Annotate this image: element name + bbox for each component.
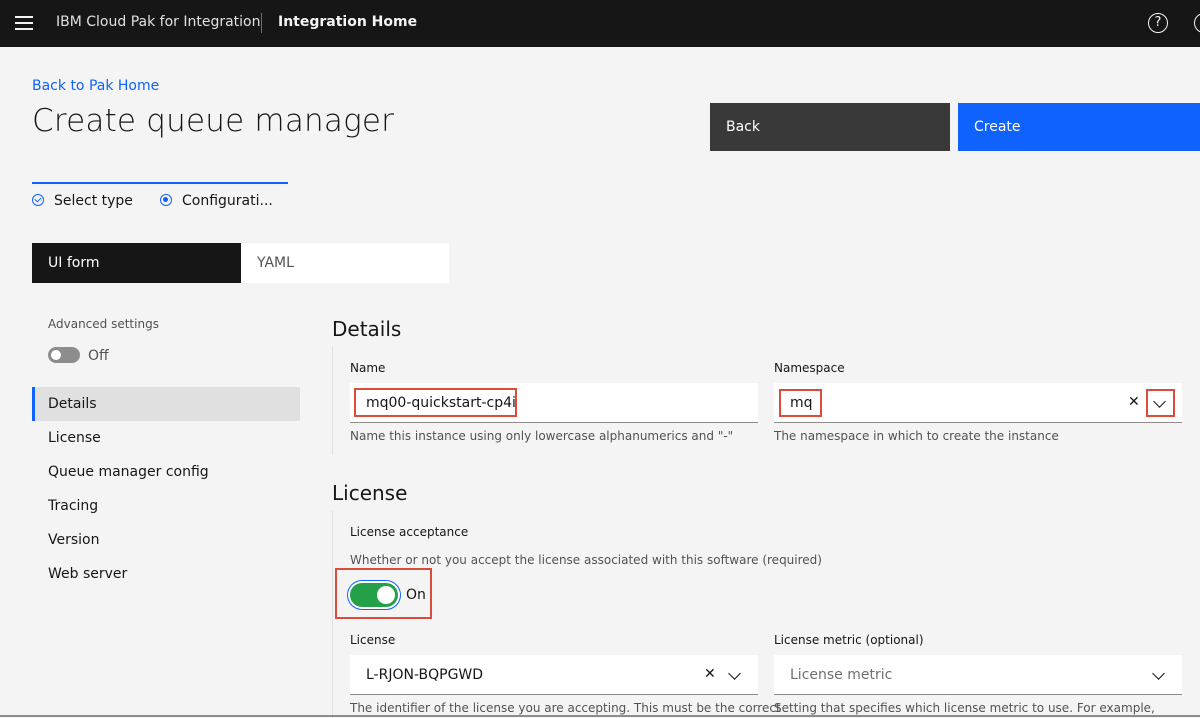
name-highlight-box xyxy=(354,388,517,417)
license-acceptance-label: License acceptance xyxy=(350,525,469,539)
step-configuration[interactable]: Configurati... xyxy=(160,193,273,209)
close-icon[interactable]: ✕ xyxy=(704,666,716,682)
license-metric-dropdown[interactable]: License metric xyxy=(774,655,1182,695)
create-button[interactable]: Create xyxy=(958,103,1200,151)
namespace-helper-text: The namespace in which to create the ins… xyxy=(774,429,1059,443)
namespace-combobox[interactable]: mq ✕ xyxy=(774,383,1182,423)
close-icon[interactable]: ✕ xyxy=(1128,394,1140,410)
menu-icon[interactable] xyxy=(15,16,33,30)
back-button[interactable]: Back xyxy=(710,103,950,151)
license-value: L-RJON-BQPGWD xyxy=(366,667,484,683)
namespace-field-label: Namespace xyxy=(774,361,845,375)
namespace-dropdown-highlight-box xyxy=(1146,389,1175,417)
namespace-highlight-box xyxy=(779,389,822,417)
sidebar-item-web-server[interactable]: Web server xyxy=(32,557,300,591)
current-step-icon xyxy=(160,194,172,206)
user-icon[interactable] xyxy=(1194,13,1200,33)
license-section-rule xyxy=(332,511,333,718)
license-metric-helper-text: Setting that specifies which license met… xyxy=(774,701,1155,715)
advanced-settings-label: Advanced settings xyxy=(48,317,159,331)
chevron-down-icon[interactable] xyxy=(728,667,741,680)
checkmark-circle-icon xyxy=(32,194,44,206)
step-select-type[interactable]: Select type xyxy=(32,193,133,209)
chevron-down-icon[interactable] xyxy=(1152,667,1165,680)
sidebar-item-queue-manager-config[interactable]: Queue manager config xyxy=(32,455,300,489)
license-metric-label: License metric (optional) xyxy=(774,633,924,647)
header-divider xyxy=(261,13,262,33)
back-to-pak-home-link[interactable]: Back to Pak Home xyxy=(32,78,159,94)
ui-form-tab[interactable]: UI form xyxy=(32,243,241,283)
sidebar-item-details[interactable]: Details xyxy=(32,387,300,421)
advanced-settings-toggle[interactable] xyxy=(48,347,80,363)
brand-name[interactable]: IBM Cloud Pak for Integration xyxy=(56,14,261,30)
details-section-title: Details xyxy=(332,317,402,341)
advanced-settings-state: Off xyxy=(88,348,109,364)
sidebar-item-tracing[interactable]: Tracing xyxy=(32,489,300,523)
top-header: IBM Cloud Pak for Integration Integratio… xyxy=(0,0,1200,47)
name-field-label: Name xyxy=(350,361,386,375)
help-icon[interactable]: ? xyxy=(1148,13,1168,33)
header-page-name: Integration Home xyxy=(278,14,418,30)
license-toggle-highlight-box xyxy=(335,568,432,619)
page-title: Create queue manager xyxy=(32,103,395,139)
sidebar-item-license[interactable]: License xyxy=(32,421,300,455)
details-section-rule xyxy=(332,347,333,455)
progress-indicator-bar xyxy=(32,182,288,184)
license-field-label: License xyxy=(350,633,396,647)
name-helper-text: Name this instance using only lowercase … xyxy=(350,429,734,443)
step-label: Select type xyxy=(54,193,133,209)
window-bottom-border xyxy=(0,715,1200,717)
license-section-title: License xyxy=(332,481,408,505)
step-label: Configurati... xyxy=(182,193,273,209)
yaml-tab[interactable]: YAML xyxy=(241,243,449,283)
license-helper-text: The identifier of the license you are ac… xyxy=(350,701,781,715)
sidebar-item-version[interactable]: Version xyxy=(32,523,300,557)
license-combobox[interactable]: L-RJON-BQPGWD ✕ xyxy=(350,655,758,695)
license-metric-placeholder: License metric xyxy=(790,667,893,683)
license-acceptance-helper: Whether or not you accept the license as… xyxy=(350,553,822,567)
